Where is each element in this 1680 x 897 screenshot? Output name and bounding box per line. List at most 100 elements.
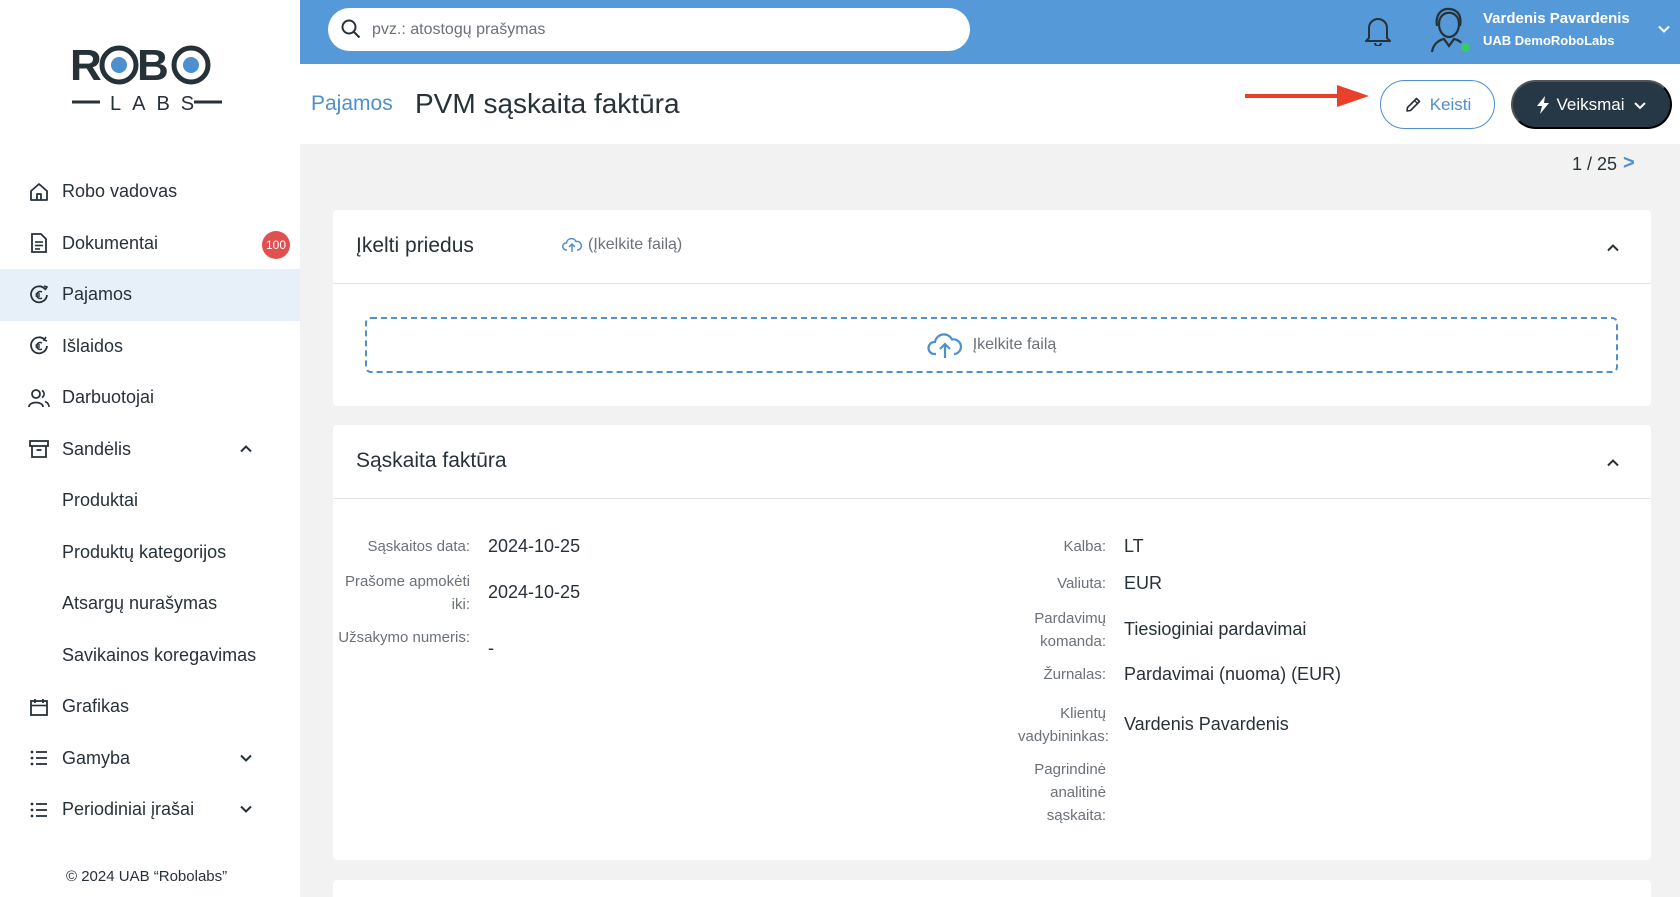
sidebar: R B LABS Robo vadovas Dokumentai 100 Paj…: [0, 0, 300, 897]
copyright: © 2024 UAB “Robolabs”: [66, 868, 228, 885]
sidebar-item-label: Produktų kategorijos: [62, 541, 227, 562]
dropzone-label: Įkelkite failą: [972, 336, 1057, 353]
sidebar-item-atsargu-nurasymas[interactable]: Atsargų nurašymas: [0, 578, 300, 630]
chevron-down-icon: [1633, 101, 1646, 109]
topbar: Vardenis Pavardenis UAB DemoRoboLabs: [300, 0, 1680, 64]
attachments-card: Įkelti priedus (Įkelkite failą) Įkelkite…: [333, 210, 1651, 406]
calendar-icon: [28, 696, 50, 718]
sidebar-item-label: Dokumentai: [62, 232, 159, 253]
sidebar-item-label: Darbuotojai: [62, 387, 155, 408]
sidebar-item-produktai[interactable]: Produktai: [0, 475, 300, 527]
actions-button-label: Veiksmai: [1556, 94, 1625, 114]
sidebar-item-robo-vadovas[interactable]: Robo vadovas: [0, 166, 300, 218]
svg-text:B: B: [137, 41, 169, 90]
attachments-card-header: Įkelti priedus (Įkelkite failą): [333, 210, 1651, 284]
field-sales-team: Pardavimų komanda: Tiesioginiai pardavim…: [933, 607, 1306, 653]
upload-file-link[interactable]: (Įkelkite failą): [562, 236, 682, 254]
chevron-down-icon[interactable]: [237, 800, 255, 818]
cloud-upload-icon: [927, 333, 962, 358]
sidebar-item-label: Produktai: [62, 490, 139, 511]
chevron-up-icon[interactable]: [1605, 240, 1621, 256]
invoice-card-header: Sąskaita faktūra: [333, 425, 1651, 499]
field-label: Sąskaitos data:: [367, 538, 470, 555]
search-icon: [341, 19, 361, 39]
sidebar-item-label: Išlaidos: [62, 335, 124, 356]
document-icon: [28, 232, 50, 254]
upload-link-label: (Įkelkite failą): [588, 236, 683, 253]
field-value: -: [488, 638, 494, 658]
sidebar-item-periodiniai-irasai[interactable]: Periodiniai įrašai: [0, 784, 300, 836]
sidebar-item-label: Savikainos koregavimas: [62, 644, 257, 665]
pagination-next-button[interactable]: >: [1623, 152, 1635, 175]
sidebar-item-gamyba[interactable]: Gamyba: [0, 733, 300, 785]
field-label: Prašome apmokėti iki:: [344, 573, 470, 613]
logo-text: LABS: [110, 93, 205, 115]
breadcrumb[interactable]: Pajamos: [311, 92, 393, 116]
cloud-upload-icon: [562, 237, 582, 252]
field-value: Tiesioginiai pardavimai: [1124, 619, 1307, 639]
attachments-title: Įkelti priedus: [356, 234, 474, 257]
invoice-card: Sąskaita faktūra Sąskaitos data: 2024-10…: [333, 425, 1651, 860]
sidebar-item-dokumentai[interactable]: Dokumentai 100: [0, 218, 300, 270]
sidebar-item-label: Sandėlis: [62, 438, 132, 459]
page-header: Pajamos PVM sąskaita faktūra Keisti Veik…: [300, 64, 1680, 144]
documents-count-badge: 100: [262, 230, 290, 259]
sidebar-item-label: Periodiniai įrašai: [62, 799, 195, 820]
users-icon: [28, 387, 50, 409]
field-value: Vardenis Pavardenis: [1124, 714, 1289, 734]
chevron-down-icon[interactable]: [237, 749, 255, 767]
sidebar-item-islaidos[interactable]: Išlaidos: [0, 321, 300, 373]
field-invoice-date: Sąskaitos data: 2024-10-25: [333, 535, 580, 558]
list-icon: [28, 747, 50, 769]
red-arrow-annotation: [1245, 85, 1369, 107]
bell-icon[interactable]: [1363, 14, 1393, 46]
field-label: Klientų vadybininkas:: [1018, 705, 1109, 745]
sidebar-item-produktu-kategorijos[interactable]: Produktų kategorijos: [0, 527, 300, 579]
sidebar-item-label: Atsargų nurašymas: [62, 593, 218, 614]
user-company: UAB DemoRoboLabs: [1483, 33, 1615, 48]
chevron-up-icon[interactable]: [1605, 455, 1621, 471]
actions-dropdown-button[interactable]: Veiksmai: [1511, 80, 1672, 129]
pagination-counter: 1 / 25: [1572, 154, 1618, 174]
online-status-dot: [1459, 41, 1472, 54]
sidebar-item-pajamos[interactable]: Pajamos: [0, 269, 300, 321]
field-label: Pardavimų komanda:: [1034, 610, 1106, 650]
field-value: 2024-10-25: [488, 536, 581, 556]
sidebar-item-label: Pajamos: [62, 284, 133, 305]
field-label: Kalba:: [1063, 538, 1106, 555]
search-input[interactable]: [372, 20, 970, 39]
field-due-date: Prašome apmokėti iki: 2024-10-25: [333, 570, 580, 616]
field-order-number: Užsakymo numeris: -: [333, 626, 494, 660]
list-icon: [28, 799, 50, 821]
sidebar-item-grafikas[interactable]: Grafikas: [0, 681, 300, 733]
field-main-analytic-account: Pagrindinė analitinė sąskaita:: [933, 758, 1124, 827]
field-label: Pagrindinė analitinė sąskaita:: [1034, 761, 1106, 824]
robolabs-logo[interactable]: R B LABS: [70, 40, 226, 120]
field-journal: Žurnalas: Pardavimai (nuoma) (EUR): [933, 663, 1341, 686]
field-language: Kalba: LT: [933, 535, 1144, 558]
chevron-up-icon[interactable]: [237, 440, 255, 458]
svg-text:R: R: [70, 41, 101, 90]
sidebar-nav: Robo vadovas Dokumentai 100 Pajamos Išla…: [0, 166, 300, 836]
home-icon: [28, 181, 50, 203]
search-bar[interactable]: [328, 8, 970, 51]
field-label: Užsakymo numeris:: [338, 629, 470, 646]
sidebar-item-savikainos-koregavimas[interactable]: Savikainos koregavimas: [0, 630, 300, 682]
sidebar-item-label: Gamyba: [62, 747, 131, 768]
lightning-icon: [1537, 95, 1550, 114]
field-label: Žurnalas:: [1043, 666, 1106, 683]
sidebar-item-sandelis[interactable]: Sandėlis: [0, 424, 300, 476]
avatar[interactable]: [1424, 4, 1474, 54]
field-value: LT: [1124, 536, 1144, 556]
field-value: 2024-10-25: [488, 582, 581, 602]
page-title: PVM sąskaita faktūra: [415, 88, 680, 119]
sidebar-item-label: Grafikas: [62, 696, 130, 717]
next-section-card: [333, 880, 1651, 897]
file-dropzone[interactable]: Įkelkite failą: [365, 317, 1618, 373]
field-label: Valiuta:: [1057, 575, 1106, 592]
user-name[interactable]: Vardenis Pavardenis: [1483, 10, 1630, 27]
field-account-manager: Klientų vadybininkas: Vardenis Pavardeni…: [933, 702, 1289, 748]
sidebar-item-darbuotojai[interactable]: Darbuotojai: [0, 372, 300, 424]
chevron-down-icon[interactable]: [1655, 20, 1673, 38]
edit-button[interactable]: Keisti: [1380, 80, 1495, 129]
